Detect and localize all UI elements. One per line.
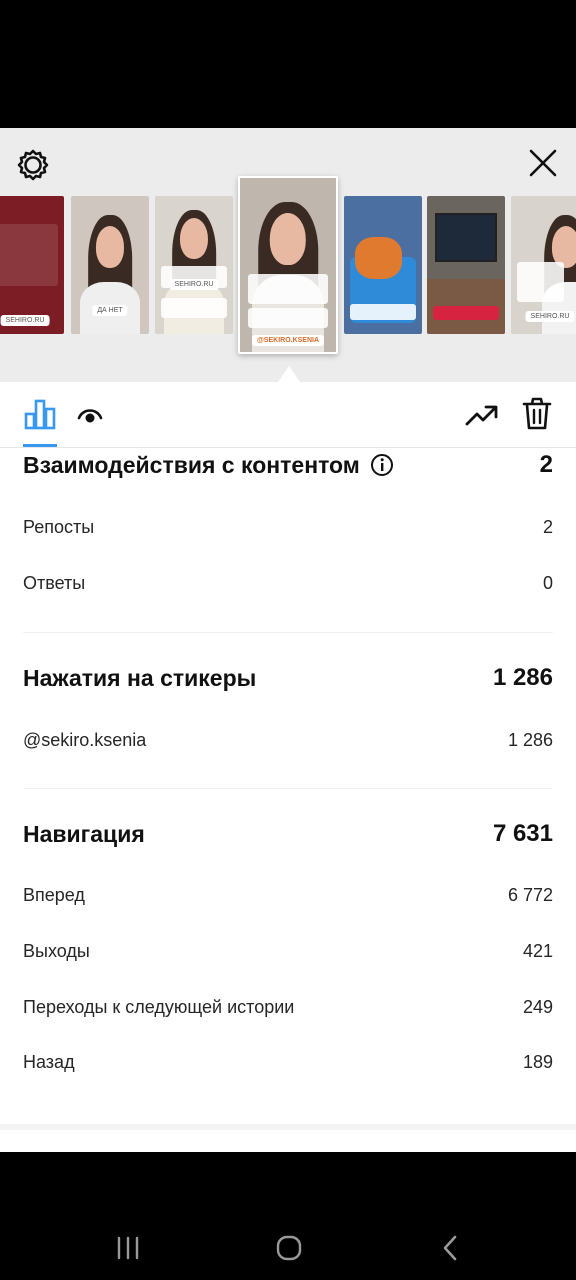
navigation-total: 7 631	[492, 820, 553, 847]
stickers-total: 1 286	[492, 664, 553, 691]
insights-content: Взаимодействия с контентом 2 Репосты 2 О…	[0, 382, 576, 1152]
story-thumbnail[interactable]	[344, 196, 422, 334]
tab-insights[interactable]	[20, 396, 60, 432]
bar-chart-icon	[24, 399, 56, 430]
section-divider	[0, 1124, 576, 1130]
recents-button[interactable]	[108, 1228, 148, 1268]
story-thumbnail[interactable]: SEHIRO.RU	[155, 196, 233, 334]
back-button[interactable]	[430, 1228, 470, 1268]
story-link-tag: SEHIRO.RU	[0, 315, 50, 326]
tab-promote[interactable]	[462, 398, 502, 432]
metric-value: 6 772	[507, 884, 553, 905]
back-icon	[443, 1235, 457, 1261]
eye-icon	[77, 409, 103, 423]
story-thumbnail[interactable]	[427, 196, 505, 334]
info-button[interactable]	[370, 453, 394, 477]
home-button[interactable]	[269, 1228, 309, 1268]
metric-row: Репосты 2	[23, 514, 553, 540]
trending-up-icon	[465, 405, 498, 426]
interactions-title: Взаимодействия с контентом	[23, 451, 360, 478]
metric-value: 189	[522, 1051, 553, 1072]
story-mention-tag: @SEKIRO.KSENIA	[251, 335, 325, 346]
story-poll-tag: ДА НЕТ	[92, 305, 128, 316]
close-icon	[529, 149, 557, 177]
navigation-header: Навигация 7 631	[23, 817, 553, 851]
metric-label: Вперед	[23, 884, 85, 905]
story-link-tag: SEHIRO.RU	[525, 311, 575, 322]
tab-viewers[interactable]	[74, 400, 106, 430]
metric-label: Назад	[23, 1051, 75, 1072]
recents-icon	[117, 1236, 139, 1260]
status-area	[0, 0, 576, 128]
metric-label: Переходы к следующей истории	[23, 996, 295, 1017]
story-thumbnail[interactable]: SEHIRO.RU	[511, 196, 576, 334]
story-link-tag: SEHIRO.RU	[169, 279, 219, 290]
metric-label: Выходы	[23, 940, 90, 961]
interactions-header: Взаимодействия с контентом 2	[23, 448, 553, 482]
metric-row: @sekiro.ksenia 1 286	[23, 727, 553, 753]
metric-row: Переходы к следующей истории 249	[23, 994, 553, 1020]
story-thumbnail-selected[interactable]: @SEKIRO.KSENIA	[238, 176, 338, 354]
stickers-title: Нажатия на стикеры	[23, 664, 257, 691]
insights-tabbar	[0, 382, 576, 448]
metric-value: 249	[522, 996, 553, 1017]
metric-row: Выходы 421	[23, 938, 553, 964]
tab-selected-indicator	[23, 444, 57, 447]
story-thumbnail[interactable]: SEHIRO.RU	[0, 196, 64, 334]
tab-delete[interactable]	[518, 394, 556, 434]
metric-label: @sekiro.ksenia	[23, 729, 147, 750]
section-divider	[23, 788, 553, 789]
story-thumbnail[interactable]: ДА НЕТ	[71, 196, 149, 334]
metric-value: 421	[522, 940, 553, 961]
metric-row: Назад 189	[23, 1049, 553, 1075]
gear-icon	[17, 149, 49, 181]
metric-value: 1 286	[507, 729, 553, 750]
system-navigation-bar	[0, 1152, 576, 1280]
settings-button[interactable]	[14, 146, 52, 184]
home-icon	[276, 1235, 302, 1261]
metric-value: 2	[542, 516, 553, 537]
navigation-title: Навигация	[23, 820, 145, 847]
metric-row: Вперед 6 772	[23, 882, 553, 908]
stickers-header: Нажатия на стикеры 1 286	[23, 661, 553, 695]
info-icon	[370, 454, 393, 476]
interactions-total: 2	[539, 451, 553, 478]
metric-row: Ответы 0	[23, 570, 553, 596]
metric-label: Репосты	[23, 516, 95, 537]
story-carousel-panel: SEHIRO.RU ДА НЕТ SEHIRO.RU @SEKIRO.KSENI…	[0, 128, 576, 382]
metric-label: Ответы	[23, 572, 86, 593]
metric-value: 0	[542, 572, 553, 593]
trash-icon	[522, 397, 552, 430]
section-divider	[23, 632, 553, 633]
close-button[interactable]	[524, 144, 562, 182]
selection-pointer	[278, 366, 300, 382]
